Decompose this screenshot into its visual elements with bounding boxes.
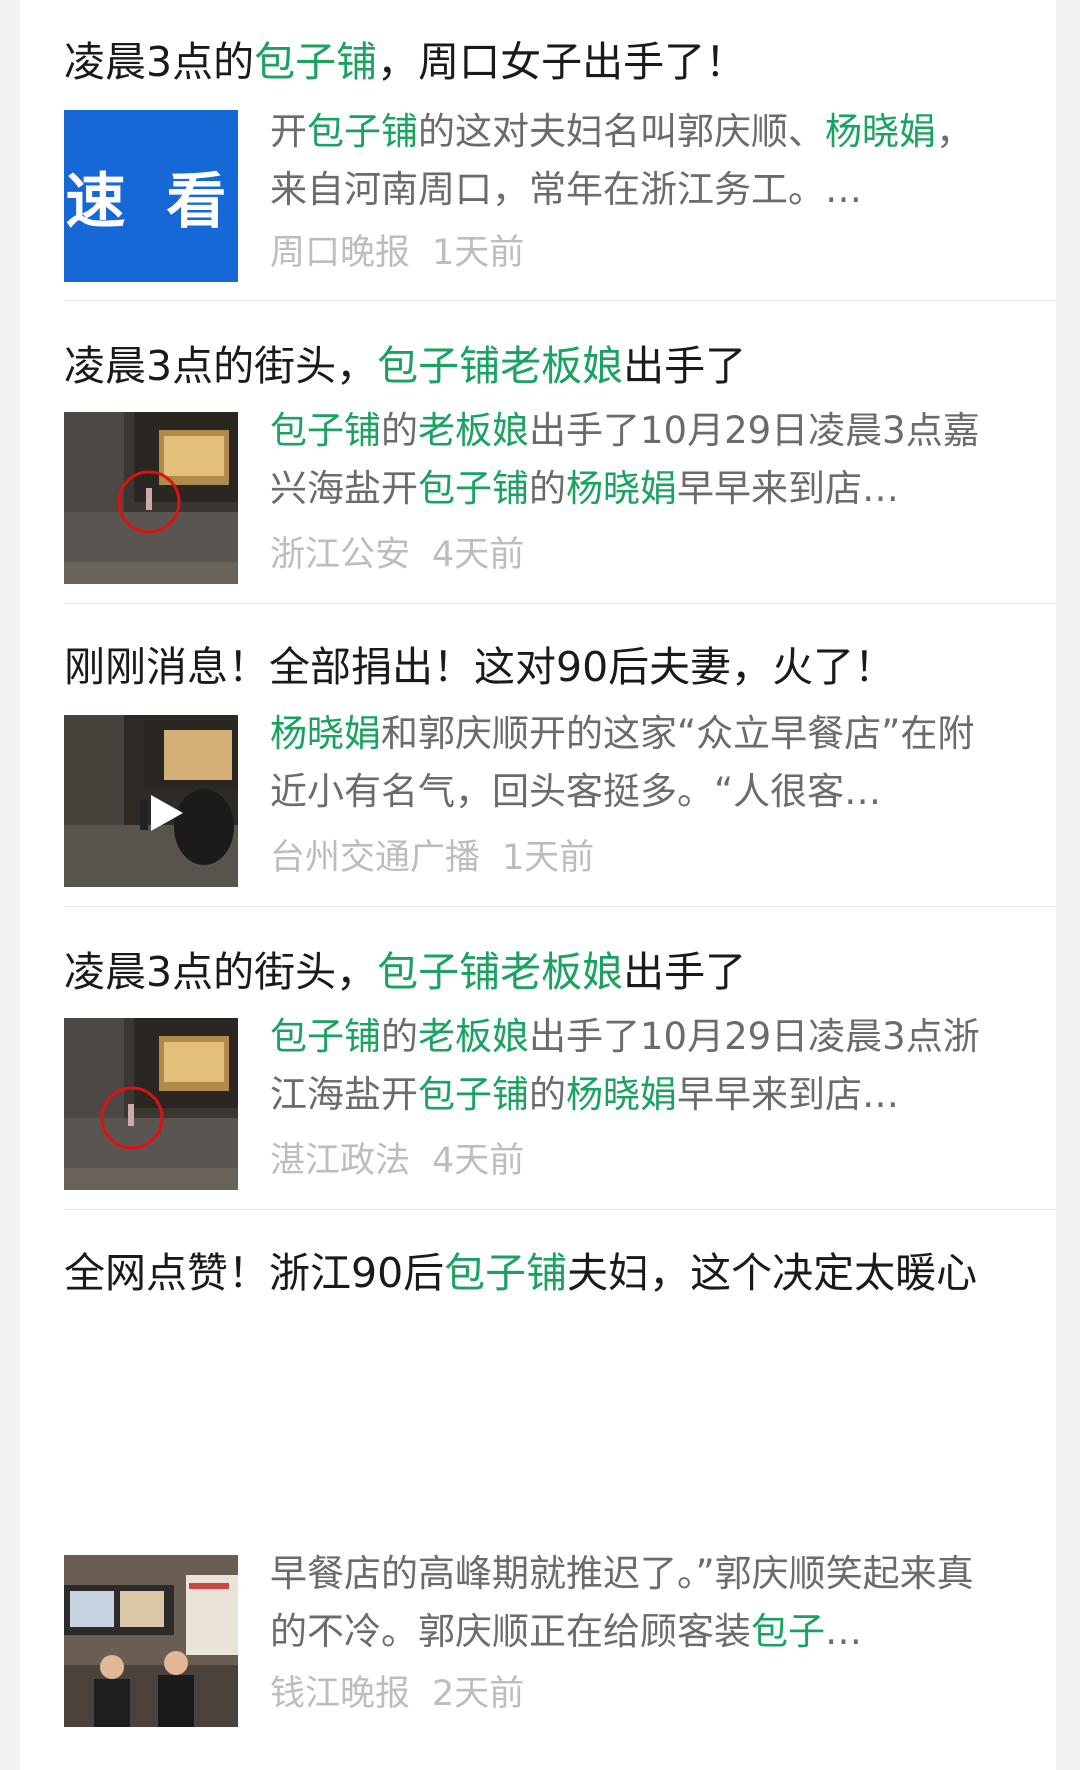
article-summary: 包子铺的老板娘出手了10月29日凌晨3点浙江海盐开包子铺的杨晓娟早早来到店… xyxy=(270,1015,980,1116)
article-time: 4天前 xyxy=(432,1141,525,1181)
article-source: 浙江公安 xyxy=(270,535,411,575)
article-time: 1天前 xyxy=(432,233,525,273)
article-thumbnail[interactable]: 速 看 xyxy=(64,110,238,282)
article-thumbnail[interactable] xyxy=(64,1018,238,1190)
article-source: 周口晚报 xyxy=(270,233,411,273)
article-card-2[interactable]: 凌晨3点的街头，包子铺老板娘出手了 包子铺的老板娘出手了10月29日凌晨3点嘉兴… xyxy=(64,300,1056,603)
article-summary: 杨晓娟和郭庆顺开的这家“众立早餐店”在附近小有名气，回头客挺多。“人很客… xyxy=(270,712,975,813)
article-source: 湛江政法 xyxy=(270,1141,411,1181)
article-summary: 开包子铺的这对夫妇名叫郭庆顺、杨晓娟，来自河南周口，常年在浙江务工。… xyxy=(270,110,973,211)
article-summary: 包子铺的老板娘出手了10月29日凌晨3点嘉兴海盐开包子铺的杨晓娟早早来到店… xyxy=(270,409,980,510)
article-time: 1天前 xyxy=(502,838,595,878)
article-title[interactable]: 刚刚消息！全部捐出！这对90后夫妻，火了！ xyxy=(64,637,986,697)
cctv-street-image xyxy=(64,412,238,584)
article-title[interactable]: 凌晨3点的包子铺，周口女子出手了！ xyxy=(64,32,986,92)
article-title[interactable]: 全网点赞！浙江90后包子铺夫妇，这个决定太暖心 xyxy=(64,1243,986,1303)
article-thumbnail[interactable] xyxy=(64,1555,238,1727)
article-meta: 周口晚报 1天前 xyxy=(270,224,524,275)
article-time: 2天前 xyxy=(432,1674,525,1714)
article-source: 台州交通广播 xyxy=(270,838,481,878)
article-title[interactable]: 凌晨3点的街头，包子铺老板娘出手了 xyxy=(64,942,986,1002)
article-meta: 钱江晚报 2天前 xyxy=(270,1665,524,1716)
article-card-4[interactable]: 凌晨3点的街头，包子铺老板娘出手了 包子铺的老板娘出手了10月29日凌晨3点浙江… xyxy=(64,906,1056,1209)
article-thumbnail[interactable] xyxy=(64,715,238,887)
article-meta: 浙江公安 4天前 xyxy=(270,526,524,577)
article-title[interactable]: 凌晨3点的街头，包子铺老板娘出手了 xyxy=(64,336,986,396)
article-card-1[interactable]: 凌晨3点的包子铺，周口女子出手了！ 速 看 开包子铺的这对夫妇名叫郭庆顺、杨晓娟… xyxy=(64,0,1056,300)
cctv-street-image xyxy=(64,1018,238,1190)
article-meta: 湛江政法 4天前 xyxy=(270,1132,524,1183)
article-thumbnail[interactable] xyxy=(64,412,238,584)
article-time: 4天前 xyxy=(432,535,525,575)
article-meta: 台州交通广播 1天前 xyxy=(270,829,594,880)
article-source: 钱江晚报 xyxy=(270,1674,411,1714)
shop-owners-photo xyxy=(64,1555,238,1727)
play-icon[interactable] xyxy=(143,791,187,835)
article-card-3[interactable]: 刚刚消息！全部捐出！这对90后夫妻，火了！ 杨晓娟和郭庆顺开的这家“众立早餐店”… xyxy=(64,603,1056,906)
article-card-5[interactable]: 全网点赞！浙江90后包子铺夫妇，这个决定太暖心 早餐店的高峰期就推迟了。”郭庆顺… xyxy=(64,1209,1056,1770)
article-summary: 早餐店的高峰期就推迟了。”郭庆顺笑起来真的不冷。郭庆顺正在给顾客装包子… xyxy=(270,1552,974,1653)
search-results-list: 凌晨3点的包子铺，周口女子出手了！ 速 看 开包子铺的这对夫妇名叫郭庆顺、杨晓娟… xyxy=(20,0,1056,1770)
